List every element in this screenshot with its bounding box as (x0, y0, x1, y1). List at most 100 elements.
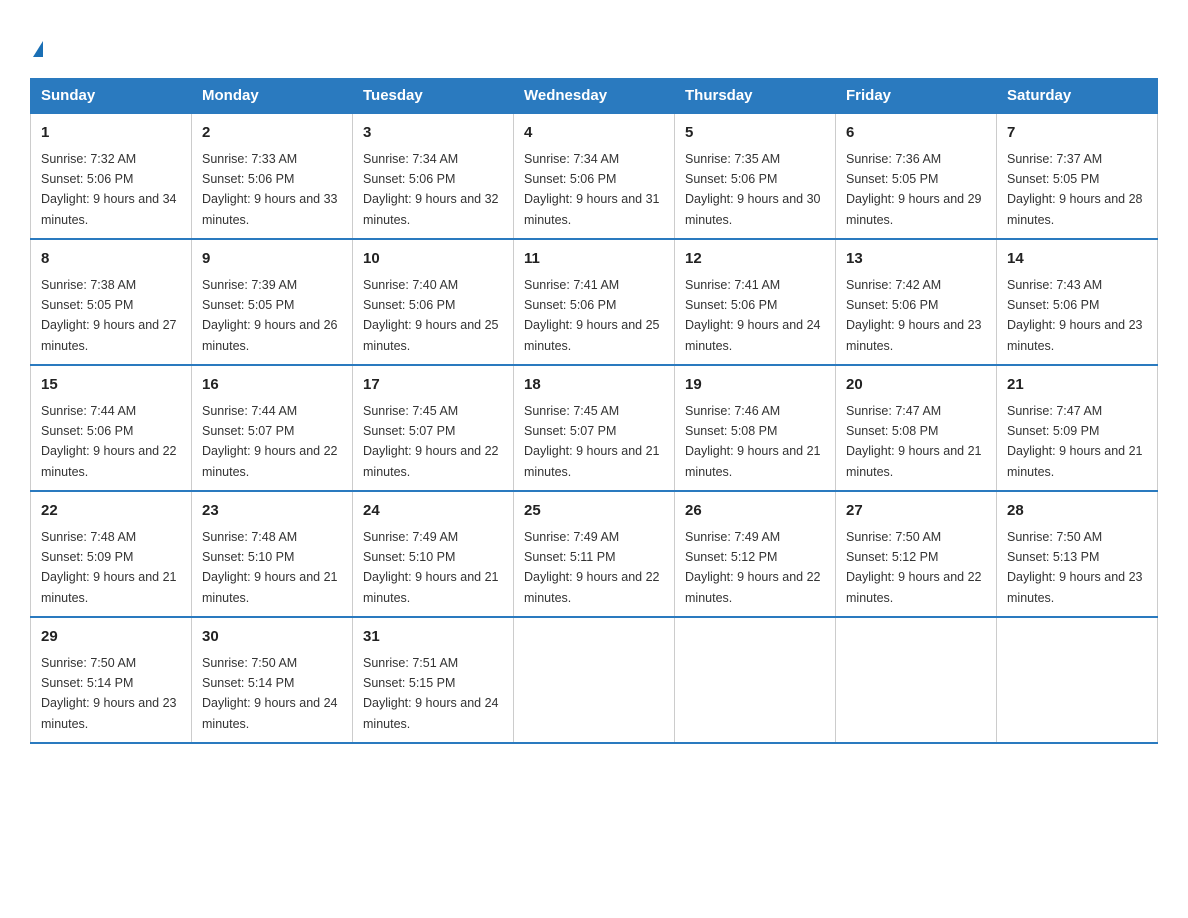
day-number: 17 (363, 374, 503, 397)
header-cell-thursday: Thursday (675, 79, 836, 114)
day-cell: 9Sunrise: 7:39 AMSunset: 5:05 PMDaylight… (192, 239, 353, 365)
day-info: Sunrise: 7:45 AMSunset: 5:07 PMDaylight:… (363, 404, 499, 479)
day-cell: 3Sunrise: 7:34 AMSunset: 5:06 PMDaylight… (353, 113, 514, 239)
calendar-header: SundayMondayTuesdayWednesdayThursdayFrid… (31, 79, 1158, 114)
day-number: 25 (524, 500, 664, 523)
calendar-table: SundayMondayTuesdayWednesdayThursdayFrid… (30, 78, 1158, 744)
day-number: 24 (363, 500, 503, 523)
day-number: 18 (524, 374, 664, 397)
day-number: 22 (41, 500, 181, 523)
day-number: 5 (685, 122, 825, 145)
week-row-1: 1 Sunrise: 7:32 AMSunset: 5:06 PMDaylight… (31, 113, 1158, 239)
day-info: Sunrise: 7:44 AMSunset: 5:07 PMDaylight:… (202, 404, 338, 479)
header-cell-wednesday: Wednesday (514, 79, 675, 114)
day-number: 2 (202, 122, 342, 145)
week-row-5: 29 Sunrise: 7:50 AMSunset: 5:14 PMDayligh… (31, 617, 1158, 743)
day-cell: 23 Sunrise: 7:48 AMSunset: 5:10 PMDayligh… (192, 491, 353, 617)
day-cell: 31 Sunrise: 7:51 AMSunset: 5:15 PMDayligh… (353, 617, 514, 743)
day-cell: 21Sunrise: 7:47 AMSunset: 5:09 PMDayligh… (997, 365, 1158, 491)
day-cell: 25 Sunrise: 7:49 AMSunset: 5:11 PMDayligh… (514, 491, 675, 617)
day-number: 20 (846, 374, 986, 397)
logo (30, 30, 43, 58)
day-info: Sunrise: 7:49 AMSunset: 5:11 PMDaylight:… (524, 530, 660, 605)
day-cell: 29 Sunrise: 7:50 AMSunset: 5:14 PMDayligh… (31, 617, 192, 743)
day-cell: 13 Sunrise: 7:42 AMSunset: 5:06 PMDayligh… (836, 239, 997, 365)
day-number: 19 (685, 374, 825, 397)
day-info: Sunrise: 7:50 AMSunset: 5:14 PMDaylight:… (41, 656, 177, 731)
day-number: 14 (1007, 248, 1147, 271)
day-number: 21 (1007, 374, 1147, 397)
day-info: Sunrise: 7:49 AMSunset: 5:10 PMDaylight:… (363, 530, 499, 605)
day-info: Sunrise: 7:33 AMSunset: 5:06 PMDaylight:… (202, 152, 338, 227)
header-cell-tuesday: Tuesday (353, 79, 514, 114)
day-cell (836, 617, 997, 743)
day-info: Sunrise: 7:35 AMSunset: 5:06 PMDaylight:… (685, 152, 821, 227)
day-info: Sunrise: 7:50 AMSunset: 5:13 PMDaylight:… (1007, 530, 1143, 605)
day-cell (675, 617, 836, 743)
day-cell (514, 617, 675, 743)
day-info: Sunrise: 7:49 AMSunset: 5:12 PMDaylight:… (685, 530, 821, 605)
day-cell: 28 Sunrise: 7:50 AMSunset: 5:13 PMDayligh… (997, 491, 1158, 617)
header-cell-saturday: Saturday (997, 79, 1158, 114)
day-number: 26 (685, 500, 825, 523)
day-info: Sunrise: 7:46 AMSunset: 5:08 PMDaylight:… (685, 404, 821, 479)
day-number: 12 (685, 248, 825, 271)
logo-general-line (30, 30, 43, 58)
day-number: 31 (363, 626, 503, 649)
day-number: 16 (202, 374, 342, 397)
day-info: Sunrise: 7:48 AMSunset: 5:09 PMDaylight:… (41, 530, 177, 605)
day-cell: 30 Sunrise: 7:50 AMSunset: 5:14 PMDayligh… (192, 617, 353, 743)
day-number: 23 (202, 500, 342, 523)
day-info: Sunrise: 7:34 AMSunset: 5:06 PMDaylight:… (524, 152, 660, 227)
header-cell-monday: Monday (192, 79, 353, 114)
day-number: 7 (1007, 122, 1147, 145)
calendar-body: 1 Sunrise: 7:32 AMSunset: 5:06 PMDaylight… (31, 113, 1158, 743)
day-number: 13 (846, 248, 986, 271)
day-info: Sunrise: 7:51 AMSunset: 5:15 PMDaylight:… (363, 656, 499, 731)
day-number: 29 (41, 626, 181, 649)
logo-triangle-icon (33, 41, 43, 57)
day-info: Sunrise: 7:41 AMSunset: 5:06 PMDaylight:… (524, 278, 660, 353)
day-info: Sunrise: 7:36 AMSunset: 5:05 PMDaylight:… (846, 152, 982, 227)
week-row-3: 15 Sunrise: 7:44 AMSunset: 5:06 PMDayligh… (31, 365, 1158, 491)
day-cell: 12 Sunrise: 7:41 AMSunset: 5:06 PMDayligh… (675, 239, 836, 365)
day-number: 30 (202, 626, 342, 649)
day-cell: 7 Sunrise: 7:37 AMSunset: 5:05 PMDaylight… (997, 113, 1158, 239)
day-info: Sunrise: 7:47 AMSunset: 5:08 PMDaylight:… (846, 404, 982, 479)
day-info: Sunrise: 7:48 AMSunset: 5:10 PMDaylight:… (202, 530, 338, 605)
day-number: 8 (41, 248, 181, 271)
day-number: 6 (846, 122, 986, 145)
day-info: Sunrise: 7:41 AMSunset: 5:06 PMDaylight:… (685, 278, 821, 353)
day-info: Sunrise: 7:38 AMSunset: 5:05 PMDaylight:… (41, 278, 177, 353)
day-number: 28 (1007, 500, 1147, 523)
header-cell-friday: Friday (836, 79, 997, 114)
week-row-4: 22 Sunrise: 7:48 AMSunset: 5:09 PMDayligh… (31, 491, 1158, 617)
day-number: 27 (846, 500, 986, 523)
day-cell: 19 Sunrise: 7:46 AMSunset: 5:08 PMDayligh… (675, 365, 836, 491)
day-info: Sunrise: 7:42 AMSunset: 5:06 PMDaylight:… (846, 278, 982, 353)
day-cell: 6 Sunrise: 7:36 AMSunset: 5:05 PMDaylight… (836, 113, 997, 239)
day-info: Sunrise: 7:39 AMSunset: 5:05 PMDaylight:… (202, 278, 338, 353)
day-cell: 24 Sunrise: 7:49 AMSunset: 5:10 PMDayligh… (353, 491, 514, 617)
day-info: Sunrise: 7:32 AMSunset: 5:06 PMDaylight:… (41, 152, 177, 227)
header-cell-sunday: Sunday (31, 79, 192, 114)
day-cell: 27Sunrise: 7:50 AMSunset: 5:12 PMDayligh… (836, 491, 997, 617)
page-header (30, 30, 1158, 58)
day-info: Sunrise: 7:40 AMSunset: 5:06 PMDaylight:… (363, 278, 499, 353)
day-cell: 22 Sunrise: 7:48 AMSunset: 5:09 PMDayligh… (31, 491, 192, 617)
week-row-2: 8 Sunrise: 7:38 AMSunset: 5:05 PMDaylight… (31, 239, 1158, 365)
header-row: SundayMondayTuesdayWednesdayThursdayFrid… (31, 79, 1158, 114)
day-number: 3 (363, 122, 503, 145)
day-cell: 4Sunrise: 7:34 AMSunset: 5:06 PMDaylight… (514, 113, 675, 239)
day-cell: 8 Sunrise: 7:38 AMSunset: 5:05 PMDaylight… (31, 239, 192, 365)
day-number: 10 (363, 248, 503, 271)
day-cell: 20 Sunrise: 7:47 AMSunset: 5:08 PMDayligh… (836, 365, 997, 491)
day-info: Sunrise: 7:44 AMSunset: 5:06 PMDaylight:… (41, 404, 177, 479)
day-info: Sunrise: 7:50 AMSunset: 5:14 PMDaylight:… (202, 656, 338, 731)
day-cell: 1 Sunrise: 7:32 AMSunset: 5:06 PMDaylight… (31, 113, 192, 239)
day-cell: 10 Sunrise: 7:40 AMSunset: 5:06 PMDayligh… (353, 239, 514, 365)
day-info: Sunrise: 7:37 AMSunset: 5:05 PMDaylight:… (1007, 152, 1143, 227)
day-cell (997, 617, 1158, 743)
day-number: 1 (41, 122, 181, 145)
day-number: 15 (41, 374, 181, 397)
